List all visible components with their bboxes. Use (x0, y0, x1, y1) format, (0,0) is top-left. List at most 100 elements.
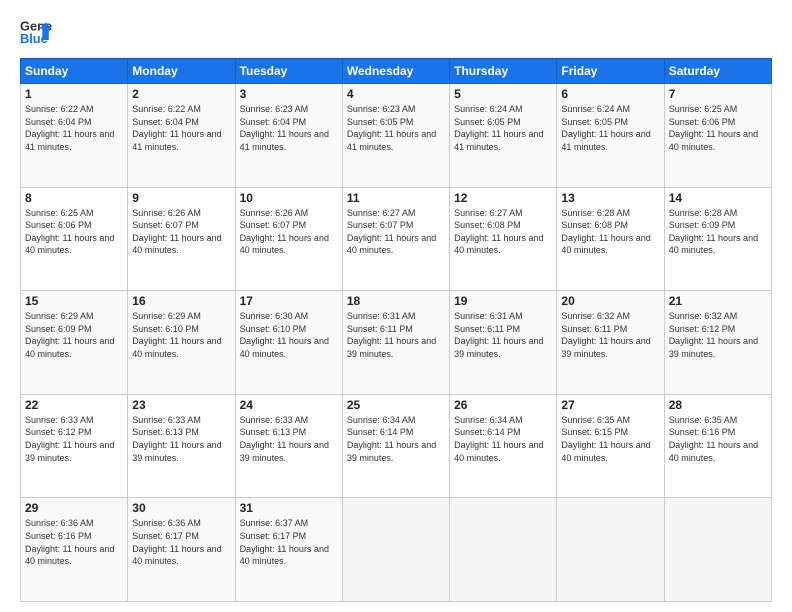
logo-icon: General Blue (20, 16, 52, 48)
day-number: 12 (454, 191, 552, 205)
cell-info: Sunrise: 6:31 AMSunset: 6:11 PMDaylight:… (347, 311, 436, 359)
weekday-header-wednesday: Wednesday (342, 59, 449, 84)
cell-info: Sunrise: 6:33 AMSunset: 6:13 PMDaylight:… (132, 415, 221, 463)
page: General Blue SundayMondayTuesdayWednesda… (0, 0, 792, 612)
weekday-header-sunday: Sunday (21, 59, 128, 84)
cell-info: Sunrise: 6:33 AMSunset: 6:12 PMDaylight:… (25, 415, 114, 463)
calendar-cell: 15 Sunrise: 6:29 AMSunset: 6:09 PMDaylig… (21, 291, 128, 395)
calendar-cell: 6 Sunrise: 6:24 AMSunset: 6:05 PMDayligh… (557, 84, 664, 188)
day-number: 19 (454, 294, 552, 308)
day-number: 22 (25, 398, 123, 412)
cell-info: Sunrise: 6:23 AMSunset: 6:05 PMDaylight:… (347, 104, 436, 152)
cell-info: Sunrise: 6:29 AMSunset: 6:09 PMDaylight:… (25, 311, 114, 359)
day-number: 15 (25, 294, 123, 308)
logo: General Blue (20, 16, 52, 48)
calendar-cell: 29 Sunrise: 6:36 AMSunset: 6:16 PMDaylig… (21, 498, 128, 602)
day-number: 14 (669, 191, 767, 205)
cell-info: Sunrise: 6:27 AMSunset: 6:08 PMDaylight:… (454, 208, 543, 256)
day-number: 3 (240, 87, 338, 101)
day-number: 31 (240, 501, 338, 515)
calendar-cell: 22 Sunrise: 6:33 AMSunset: 6:12 PMDaylig… (21, 394, 128, 498)
cell-info: Sunrise: 6:31 AMSunset: 6:11 PMDaylight:… (454, 311, 543, 359)
calendar-cell: 28 Sunrise: 6:35 AMSunset: 6:16 PMDaylig… (664, 394, 771, 498)
cell-info: Sunrise: 6:23 AMSunset: 6:04 PMDaylight:… (240, 104, 329, 152)
cell-info: Sunrise: 6:22 AMSunset: 6:04 PMDaylight:… (25, 104, 114, 152)
day-number: 16 (132, 294, 230, 308)
calendar-cell: 4 Sunrise: 6:23 AMSunset: 6:05 PMDayligh… (342, 84, 449, 188)
cell-info: Sunrise: 6:26 AMSunset: 6:07 PMDaylight:… (132, 208, 221, 256)
calendar-cell: 25 Sunrise: 6:34 AMSunset: 6:14 PMDaylig… (342, 394, 449, 498)
cell-info: Sunrise: 6:28 AMSunset: 6:09 PMDaylight:… (669, 208, 758, 256)
calendar-cell: 14 Sunrise: 6:28 AMSunset: 6:09 PMDaylig… (664, 187, 771, 291)
calendar-cell: 2 Sunrise: 6:22 AMSunset: 6:04 PMDayligh… (128, 84, 235, 188)
cell-info: Sunrise: 6:37 AMSunset: 6:17 PMDaylight:… (240, 518, 329, 566)
calendar-cell (342, 498, 449, 602)
calendar-cell: 3 Sunrise: 6:23 AMSunset: 6:04 PMDayligh… (235, 84, 342, 188)
weekday-header-row: SundayMondayTuesdayWednesdayThursdayFrid… (21, 59, 772, 84)
day-number: 18 (347, 294, 445, 308)
weekday-header-monday: Monday (128, 59, 235, 84)
cell-info: Sunrise: 6:28 AMSunset: 6:08 PMDaylight:… (561, 208, 650, 256)
week-row-5: 29 Sunrise: 6:36 AMSunset: 6:16 PMDaylig… (21, 498, 772, 602)
day-number: 5 (454, 87, 552, 101)
cell-info: Sunrise: 6:25 AMSunset: 6:06 PMDaylight:… (669, 104, 758, 152)
calendar-cell: 31 Sunrise: 6:37 AMSunset: 6:17 PMDaylig… (235, 498, 342, 602)
cell-info: Sunrise: 6:32 AMSunset: 6:12 PMDaylight:… (669, 311, 758, 359)
calendar-cell: 26 Sunrise: 6:34 AMSunset: 6:14 PMDaylig… (450, 394, 557, 498)
day-number: 17 (240, 294, 338, 308)
cell-info: Sunrise: 6:33 AMSunset: 6:13 PMDaylight:… (240, 415, 329, 463)
calendar-cell (664, 498, 771, 602)
calendar-cell: 1 Sunrise: 6:22 AMSunset: 6:04 PMDayligh… (21, 84, 128, 188)
calendar-cell: 17 Sunrise: 6:30 AMSunset: 6:10 PMDaylig… (235, 291, 342, 395)
calendar-cell: 13 Sunrise: 6:28 AMSunset: 6:08 PMDaylig… (557, 187, 664, 291)
day-number: 25 (347, 398, 445, 412)
calendar-cell (557, 498, 664, 602)
day-number: 9 (132, 191, 230, 205)
week-row-4: 22 Sunrise: 6:33 AMSunset: 6:12 PMDaylig… (21, 394, 772, 498)
day-number: 21 (669, 294, 767, 308)
day-number: 26 (454, 398, 552, 412)
day-number: 24 (240, 398, 338, 412)
cell-info: Sunrise: 6:25 AMSunset: 6:06 PMDaylight:… (25, 208, 114, 256)
cell-info: Sunrise: 6:32 AMSunset: 6:11 PMDaylight:… (561, 311, 650, 359)
day-number: 30 (132, 501, 230, 515)
calendar-cell: 10 Sunrise: 6:26 AMSunset: 6:07 PMDaylig… (235, 187, 342, 291)
calendar-cell: 23 Sunrise: 6:33 AMSunset: 6:13 PMDaylig… (128, 394, 235, 498)
cell-info: Sunrise: 6:24 AMSunset: 6:05 PMDaylight:… (561, 104, 650, 152)
day-number: 7 (669, 87, 767, 101)
day-number: 4 (347, 87, 445, 101)
calendar-cell: 30 Sunrise: 6:36 AMSunset: 6:17 PMDaylig… (128, 498, 235, 602)
day-number: 10 (240, 191, 338, 205)
header: General Blue (20, 16, 772, 48)
day-number: 13 (561, 191, 659, 205)
cell-info: Sunrise: 6:27 AMSunset: 6:07 PMDaylight:… (347, 208, 436, 256)
week-row-2: 8 Sunrise: 6:25 AMSunset: 6:06 PMDayligh… (21, 187, 772, 291)
calendar-cell: 27 Sunrise: 6:35 AMSunset: 6:15 PMDaylig… (557, 394, 664, 498)
cell-info: Sunrise: 6:24 AMSunset: 6:05 PMDaylight:… (454, 104, 543, 152)
calendar-cell: 16 Sunrise: 6:29 AMSunset: 6:10 PMDaylig… (128, 291, 235, 395)
calendar-table: SundayMondayTuesdayWednesdayThursdayFrid… (20, 58, 772, 602)
weekday-header-tuesday: Tuesday (235, 59, 342, 84)
cell-info: Sunrise: 6:36 AMSunset: 6:16 PMDaylight:… (25, 518, 114, 566)
calendar-cell: 20 Sunrise: 6:32 AMSunset: 6:11 PMDaylig… (557, 291, 664, 395)
cell-info: Sunrise: 6:35 AMSunset: 6:15 PMDaylight:… (561, 415, 650, 463)
calendar-cell: 8 Sunrise: 6:25 AMSunset: 6:06 PMDayligh… (21, 187, 128, 291)
cell-info: Sunrise: 6:36 AMSunset: 6:17 PMDaylight:… (132, 518, 221, 566)
calendar-cell: 19 Sunrise: 6:31 AMSunset: 6:11 PMDaylig… (450, 291, 557, 395)
calendar-cell: 11 Sunrise: 6:27 AMSunset: 6:07 PMDaylig… (342, 187, 449, 291)
calendar-cell: 12 Sunrise: 6:27 AMSunset: 6:08 PMDaylig… (450, 187, 557, 291)
cell-info: Sunrise: 6:34 AMSunset: 6:14 PMDaylight:… (454, 415, 543, 463)
day-number: 1 (25, 87, 123, 101)
weekday-header-saturday: Saturday (664, 59, 771, 84)
calendar-cell: 21 Sunrise: 6:32 AMSunset: 6:12 PMDaylig… (664, 291, 771, 395)
week-row-1: 1 Sunrise: 6:22 AMSunset: 6:04 PMDayligh… (21, 84, 772, 188)
cell-info: Sunrise: 6:22 AMSunset: 6:04 PMDaylight:… (132, 104, 221, 152)
calendar-cell (450, 498, 557, 602)
calendar-cell: 18 Sunrise: 6:31 AMSunset: 6:11 PMDaylig… (342, 291, 449, 395)
day-number: 23 (132, 398, 230, 412)
calendar-cell: 7 Sunrise: 6:25 AMSunset: 6:06 PMDayligh… (664, 84, 771, 188)
cell-info: Sunrise: 6:34 AMSunset: 6:14 PMDaylight:… (347, 415, 436, 463)
day-number: 28 (669, 398, 767, 412)
day-number: 29 (25, 501, 123, 515)
calendar-cell: 24 Sunrise: 6:33 AMSunset: 6:13 PMDaylig… (235, 394, 342, 498)
